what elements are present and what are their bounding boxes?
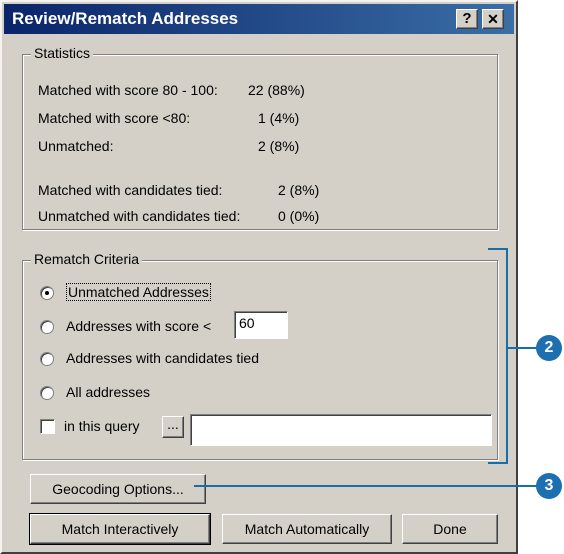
stat-value: 2 (8%) xyxy=(278,182,320,198)
help-button[interactable]: ? xyxy=(456,9,478,29)
stat-value: 2 (8%) xyxy=(258,138,300,154)
help-icon: ? xyxy=(462,10,472,27)
geocoding-options-button[interactable]: Geocoding Options... xyxy=(30,474,206,504)
stat-label: Unmatched with candidates tied: xyxy=(38,208,241,224)
query-input[interactable] xyxy=(190,414,492,446)
callout-line-rematch xyxy=(508,347,538,349)
stat-label: Matched with score <80: xyxy=(38,110,191,126)
in-this-query-label[interactable]: in this query xyxy=(64,418,139,434)
query-builder-button[interactable]: ... xyxy=(162,416,184,438)
match-automatically-label: Match Automatically xyxy=(244,521,370,537)
callout-number-geocoding: 3 xyxy=(536,473,562,499)
close-button[interactable]: ✕ xyxy=(482,9,504,29)
stat-label: Unmatched: xyxy=(38,138,114,154)
in-this-query-checkbox[interactable] xyxy=(40,419,55,434)
radio-label-score[interactable]: Addresses with score < xyxy=(66,318,211,334)
geocoding-options-label: Geocoding Options... xyxy=(52,481,184,497)
match-interactively-button[interactable]: Match Interactively xyxy=(29,513,211,545)
callout-line-geocoding xyxy=(194,485,538,487)
radio-all-addresses[interactable] xyxy=(40,386,54,400)
window-title: Review/Rematch Addresses xyxy=(12,9,239,28)
stat-value: 1 (4%) xyxy=(258,110,300,126)
radio-label-container: Unmatched Addresses xyxy=(66,283,211,301)
statistics-legend: Statistics xyxy=(31,45,94,61)
callout-bracket-bottom xyxy=(488,462,508,464)
done-label: Done xyxy=(433,521,467,537)
radio-unmatched-addresses[interactable] xyxy=(40,286,54,300)
rematch-criteria-legend: Rematch Criteria xyxy=(31,251,143,267)
stat-value: 0 (0%) xyxy=(278,208,320,224)
title-bar: Review/Rematch Addresses ? ✕ xyxy=(4,4,514,34)
radio-selected-dot xyxy=(45,291,49,295)
close-icon: ✕ xyxy=(487,11,499,27)
review-rematch-dialog: Review/Rematch Addresses ? ✕ Statistics … xyxy=(0,0,518,554)
radio-label-all-addresses[interactable]: All addresses xyxy=(66,384,150,400)
stat-value: 22 (88%) xyxy=(248,82,305,98)
radio-addresses-with-score[interactable] xyxy=(40,320,54,334)
callout-number-rematch: 2 xyxy=(536,335,562,361)
callout-bracket-top xyxy=(488,248,508,250)
stat-label: Matched with score 80 - 100: xyxy=(38,82,218,98)
radio-label-unmatched[interactable]: Unmatched Addresses xyxy=(66,283,211,301)
match-automatically-button[interactable]: Match Automatically xyxy=(222,514,392,544)
query-builder-label: ... xyxy=(167,416,179,432)
radio-candidates-tied[interactable] xyxy=(40,352,54,366)
score-threshold-input[interactable]: 60 xyxy=(234,311,288,339)
radio-label-candidates-tied[interactable]: Addresses with candidates tied xyxy=(66,350,259,366)
match-interactively-label: Match Interactively xyxy=(61,521,179,537)
done-button[interactable]: Done xyxy=(402,514,498,544)
stat-label: Matched with candidates tied: xyxy=(38,182,223,198)
callout-bracket-vertical xyxy=(506,248,508,464)
